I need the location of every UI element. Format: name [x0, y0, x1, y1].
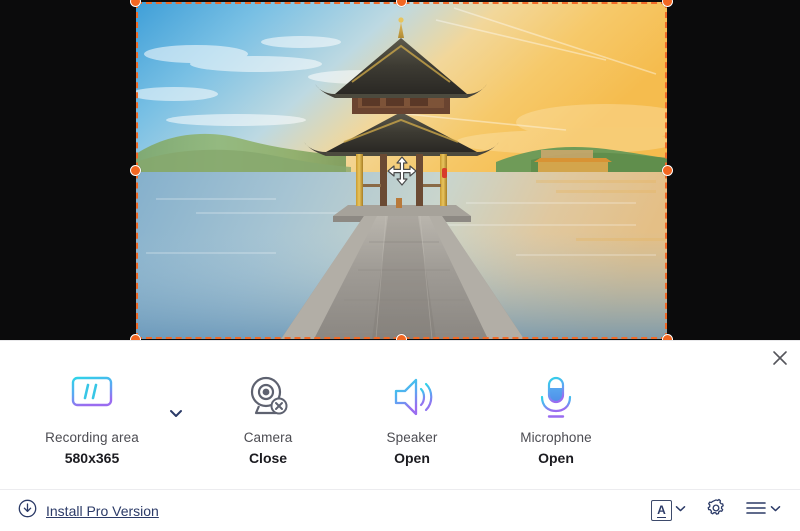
bottom-bar: Install Pro Version A	[0, 489, 800, 531]
gear-icon	[705, 497, 727, 524]
control-speaker[interactable]: Speaker Open	[342, 363, 482, 466]
resize-handle-bottom-right[interactable]	[662, 334, 673, 340]
resize-handle-middle-left[interactable]	[130, 164, 141, 176]
resize-handle-middle-right[interactable]	[662, 164, 673, 176]
download-circle-icon	[18, 499, 37, 523]
control-microphone[interactable]: Microphone Open	[486, 363, 626, 466]
chevron-down-icon[interactable]	[769, 502, 782, 520]
control-value: 580x365	[64, 450, 120, 466]
control-label: Microphone	[520, 430, 592, 445]
control-label: Speaker	[386, 430, 438, 445]
recording-area-group: Recording area 580x365	[22, 363, 188, 466]
control-value: Open	[394, 450, 430, 466]
chevron-down-icon[interactable]	[164, 401, 188, 425]
settings-button[interactable]	[705, 497, 727, 524]
control-camera[interactable]: Camera Close	[198, 363, 338, 466]
control-value: Close	[248, 450, 288, 466]
webcam-off-icon	[243, 369, 293, 425]
control-label: Camera	[243, 430, 293, 445]
annotation-tool-button[interactable]: A	[651, 500, 687, 521]
install-pro-version-link[interactable]: Install Pro Version	[12, 499, 159, 523]
annotation-a-icon: A	[651, 500, 672, 521]
hamburger-menu-icon	[745, 499, 767, 522]
control-label: Recording area	[45, 430, 139, 445]
capture-stage	[0, 0, 800, 340]
bottom-tools: A	[651, 497, 788, 524]
menu-button[interactable]	[745, 499, 782, 522]
monitor-icon	[66, 369, 118, 425]
chevron-down-icon[interactable]	[674, 502, 687, 520]
screen-recorder-window: Recording area 580x365 Camera Close Spea…	[0, 0, 800, 531]
move-cursor-icon[interactable]	[385, 154, 419, 188]
control-value: Open	[538, 450, 574, 466]
microphone-icon	[531, 369, 581, 425]
speaker-icon	[387, 369, 437, 425]
resize-handle-bottom-left[interactable]	[130, 334, 141, 340]
resize-handle-bottom-center[interactable]	[395, 334, 407, 340]
install-pro-version-label: Install Pro Version	[46, 502, 159, 519]
control-recording-area[interactable]: Recording area 580x365	[22, 363, 162, 466]
recorder-toolbar: Recording area 580x365 Camera Close Spea…	[0, 340, 800, 531]
resize-handle-top-right[interactable]	[662, 0, 673, 7]
selection-region[interactable]	[130, 0, 673, 340]
controls-row: Recording area 580x365 Camera Close Spea…	[0, 363, 800, 485]
